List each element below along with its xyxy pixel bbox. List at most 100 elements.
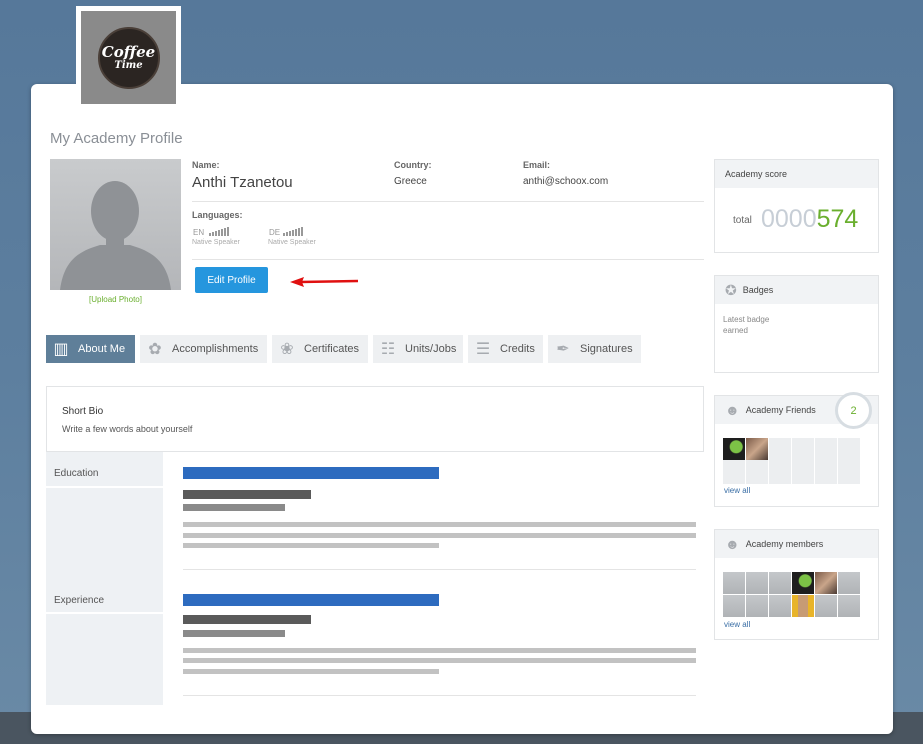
divider: [46, 612, 163, 614]
member-avatar[interactable]: [746, 595, 768, 617]
languages-label: Languages:: [192, 210, 243, 220]
language-level: Native Speaker: [192, 239, 240, 246]
group-icon: ☻: [725, 402, 740, 418]
name-label: Name:: [192, 160, 220, 170]
short-bio-title: Short Bio: [62, 406, 104, 417]
placeholder-text-line: [183, 658, 696, 663]
badges-panel[interactable]: ✪ Badges Latest badge earned: [714, 275, 879, 373]
member-avatar[interactable]: [838, 572, 860, 594]
divider: [46, 486, 163, 488]
friend-slot: [815, 438, 837, 484]
tab-label: Accomplishments: [172, 343, 259, 355]
experience-label: Experience: [54, 595, 105, 606]
score-total-label: total: [733, 215, 752, 226]
friend-slot: [769, 438, 791, 484]
tab-units-jobs[interactable]: ☷ Units/Jobs: [373, 335, 463, 363]
friends-count-badge: 2: [835, 392, 872, 429]
divider: [192, 259, 704, 260]
short-bio-box[interactable]: Short Bio Write a few words about yourse…: [46, 386, 704, 452]
tab-about-me[interactable]: ▥ About Me: [46, 335, 135, 363]
divider: [183, 569, 696, 570]
placeholder-title-bar: [183, 594, 439, 606]
upload-photo-link[interactable]: [Upload Photo]: [50, 295, 181, 304]
logo-text-line2: Time: [114, 59, 143, 71]
edit-profile-button[interactable]: Edit Profile: [195, 267, 268, 293]
page-title: My Academy Profile: [50, 130, 183, 147]
tab-accomplishments[interactable]: ✿ Accomplishments: [140, 335, 267, 363]
placeholder-meta-bar: [183, 504, 285, 511]
email-label: Email:: [523, 160, 551, 170]
member-avatar[interactable]: [792, 595, 814, 617]
panel-title: ☻ Academy members: [715, 530, 878, 558]
member-avatar[interactable]: [746, 572, 768, 594]
friend-slot: [792, 438, 814, 484]
certificate-icon: ❀: [280, 341, 294, 358]
laurel-icon: ✿: [148, 341, 162, 358]
member-avatar[interactable]: [723, 572, 745, 594]
tab-certificates[interactable]: ❀ Certificates: [272, 335, 368, 363]
company-logo: Coffee Time: [76, 6, 181, 109]
stack-icon: ☰: [475, 341, 491, 358]
user-name: Anthi Tzanetou: [192, 174, 293, 191]
short-bio-placeholder: Write a few words about yourself: [62, 424, 193, 434]
member-avatar[interactable]: [723, 595, 745, 617]
placeholder-text-line: [183, 669, 439, 674]
panel-title: Academy score: [715, 160, 878, 188]
tab-signatures[interactable]: ✒ Signatures: [548, 335, 641, 363]
section-sidebar: Education Experience: [46, 452, 163, 705]
email-value: anthi@schoox.com: [523, 176, 609, 187]
person-card-icon: ▥: [53, 341, 69, 358]
proficiency-signal-icon: [209, 227, 229, 236]
academy-score-panel: Academy score total 0000574: [714, 159, 879, 253]
country-label: Country:: [394, 160, 432, 170]
member-avatar[interactable]: [769, 572, 791, 594]
org-chart-icon: ☷: [380, 341, 396, 358]
members-grid: [723, 572, 860, 617]
tab-label: Signatures: [580, 343, 633, 355]
tab-credits[interactable]: ☰ Credits: [468, 335, 543, 363]
avatar-silhouette-icon: [60, 181, 171, 290]
member-avatar[interactable]: [815, 572, 837, 594]
friend-avatar[interactable]: [746, 438, 768, 484]
member-avatar[interactable]: [769, 595, 791, 617]
member-avatar[interactable]: [792, 572, 814, 594]
proficiency-signal-icon: [283, 227, 303, 236]
latest-badge-text: Latest badge earned: [723, 315, 770, 335]
placeholder-subtitle-bar: [183, 490, 311, 499]
logo-text-line1: Coffee: [101, 42, 156, 61]
group-icon: ☻: [725, 536, 740, 552]
signature-icon: ✒: [556, 341, 570, 358]
friends-view-all-link[interactable]: view all: [724, 486, 750, 495]
placeholder-text-line: [183, 648, 696, 653]
tab-label: About Me: [78, 343, 126, 355]
placeholder-text-line: [183, 533, 696, 538]
avatar[interactable]: [50, 159, 181, 290]
language-code: EN: [193, 228, 205, 237]
friend-slot: [838, 438, 860, 484]
divider: [192, 201, 704, 202]
placeholder-title-bar: [183, 467, 439, 479]
tab-label: Units/Jobs: [405, 343, 457, 355]
members-view-all-link[interactable]: view all: [724, 620, 750, 629]
placeholder-text-line: [183, 522, 696, 527]
placeholder-meta-bar: [183, 630, 285, 637]
score-value: 0000574: [761, 205, 859, 233]
academy-members-panel: ☻ Academy members view all: [714, 529, 879, 640]
red-arrow-annotation-icon: [290, 277, 359, 287]
language-level: Native Speaker: [268, 239, 316, 246]
placeholder-text-line: [183, 543, 439, 548]
member-avatar[interactable]: [838, 595, 860, 617]
tab-label: Certificates: [304, 343, 360, 355]
language-code: DE: [269, 228, 281, 237]
panel-title: ✪ Badges: [715, 276, 878, 304]
member-avatar[interactable]: [815, 595, 837, 617]
profile-card: My Academy Profile [Upload Photo] Name: …: [31, 84, 893, 734]
country-value: Greece: [394, 176, 427, 187]
divider: [183, 695, 696, 696]
friends-grid: [723, 438, 860, 484]
friend-avatar[interactable]: [723, 438, 745, 484]
badge-ribbon-icon: ✪: [725, 281, 737, 298]
placeholder-subtitle-bar: [183, 615, 311, 624]
education-label: Education: [54, 468, 99, 479]
tab-label: Credits: [500, 343, 535, 355]
